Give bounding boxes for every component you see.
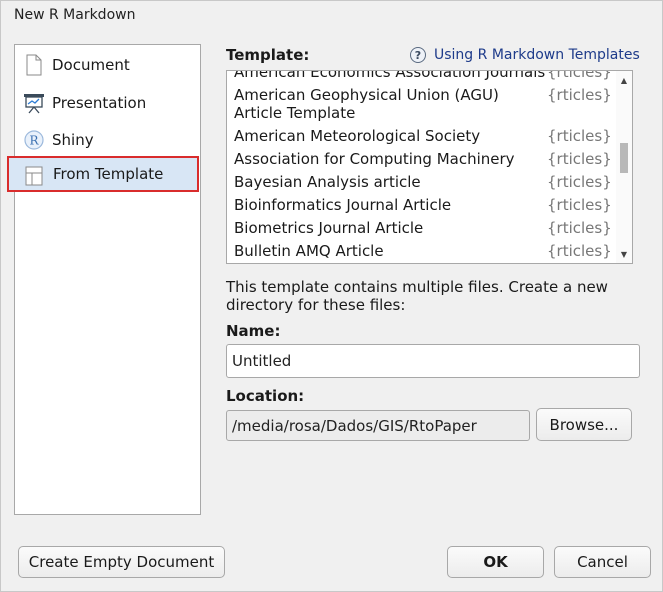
window-title: New R Markdown <box>14 7 136 23</box>
template-package: {rticles} <box>547 150 612 168</box>
cancel-button[interactable]: Cancel <box>554 546 651 578</box>
template-package: {rticles} <box>547 242 612 260</box>
help-link-text: Using R Markdown Templates <box>434 47 640 63</box>
create-empty-document-button[interactable]: Create Empty Document <box>18 546 225 578</box>
sidebar-item-from-template[interactable]: From Template <box>7 156 199 192</box>
template-name: Biometrics Journal Article <box>234 219 424 237</box>
template-name: American Economics Association Journals <box>234 70 546 81</box>
scroll-up-arrow-icon[interactable]: ▲ <box>616 73 632 87</box>
location-input[interactable] <box>226 410 530 441</box>
shiny-icon: R <box>23 129 45 151</box>
title-bar: New R Markdown <box>0 0 663 32</box>
scroll-thumb[interactable] <box>620 143 628 173</box>
template-name-line2: Article Template <box>234 104 356 122</box>
template-name: Bayesian Analysis article <box>234 173 421 191</box>
location-label: Location: <box>226 387 305 405</box>
template-name: Association for Computing Machinery <box>234 150 515 168</box>
template-name: Bulletin AMQ Article <box>234 242 384 260</box>
template-list[interactable]: American Economics Association Journals … <box>226 70 633 264</box>
sidebar-item-label: Presentation <box>52 94 147 112</box>
template-label: Template: <box>226 46 310 64</box>
svg-text:R: R <box>29 134 39 148</box>
template-name: American Geophysical Union (AGU) <box>234 86 499 104</box>
template-name: Bioinformatics Journal Article <box>234 196 452 214</box>
document-icon <box>23 54 45 76</box>
template-name: American Meteorological Society <box>234 127 481 145</box>
sidebar-item-document[interactable]: Document <box>15 47 200 83</box>
template-package: {rticles} <box>547 86 612 104</box>
presentation-icon <box>23 92 45 114</box>
template-package: {rticles} <box>547 173 612 191</box>
sidebar-item-presentation[interactable]: Presentation <box>15 85 200 121</box>
ok-button[interactable]: OK <box>447 546 544 578</box>
template-package: {rticles} <box>547 127 612 145</box>
browse-button[interactable]: Browse... <box>536 408 632 441</box>
scroll-down-arrow-icon[interactable]: ▼ <box>616 247 632 261</box>
name-input[interactable] <box>226 344 640 378</box>
output-format-list: Document Presentation R Shiny From Templ… <box>7 44 201 515</box>
sidebar-item-label: From Template <box>53 165 164 183</box>
help-icon: ? <box>410 47 426 63</box>
template-package: {rticles} <box>547 219 612 237</box>
sidebar-item-label: Shiny <box>52 131 94 149</box>
template-package: {rticles} <box>547 196 612 214</box>
template-description: This template contains multiple files. C… <box>226 278 608 314</box>
template-package: {rticles} <box>547 71 612 81</box>
sidebar-item-label: Document <box>52 56 130 74</box>
name-label: Name: <box>226 322 281 340</box>
template-icon <box>23 165 45 187</box>
sidebar-item-shiny[interactable]: R Shiny <box>15 122 200 158</box>
template-scrollbar[interactable]: ▲ ▼ <box>616 71 632 263</box>
help-link[interactable]: ? Using R Markdown Templates <box>410 47 640 63</box>
